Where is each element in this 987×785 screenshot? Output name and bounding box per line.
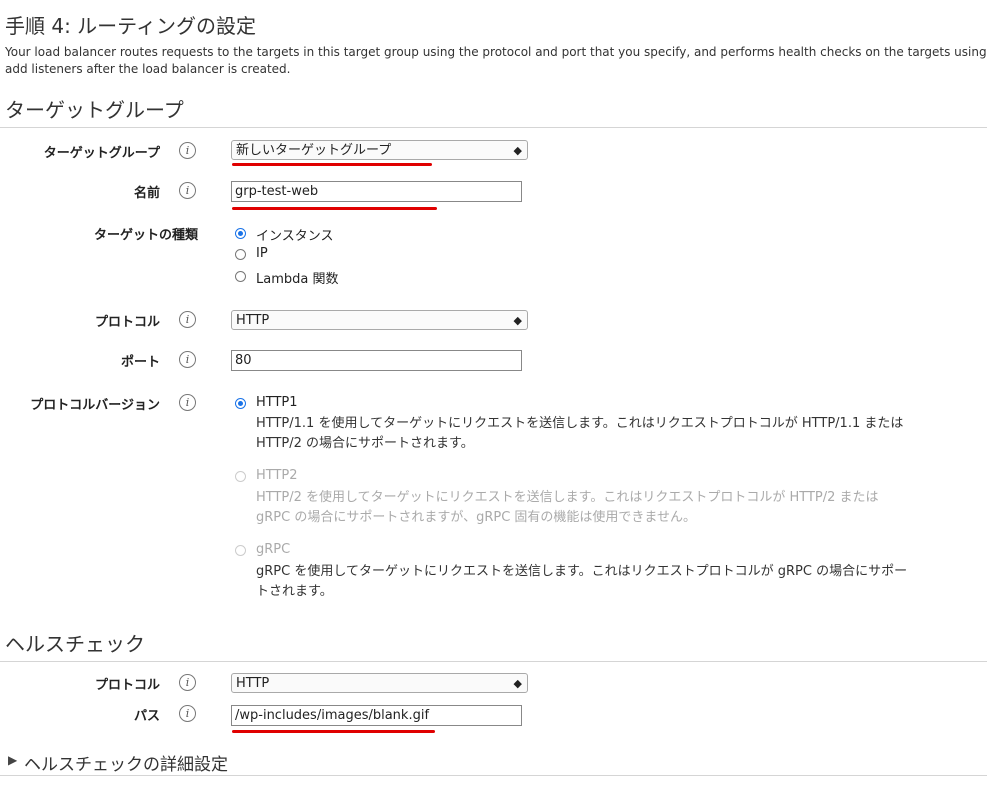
divider	[0, 775, 987, 776]
info-icon[interactable]: i	[179, 394, 196, 411]
protocol-version-option-http1: HTTP1	[256, 395, 298, 410]
protocol-select[interactable]: HTTP ◆	[231, 310, 528, 330]
select-caret-icon: ◆	[513, 314, 522, 327]
divider	[0, 661, 987, 662]
protocol-version-radio-http1[interactable]	[235, 398, 246, 409]
target-type-option-ip: IP	[256, 246, 268, 261]
health-path-label: パス	[133, 709, 160, 724]
protocol-label: プロトコル	[94, 315, 160, 330]
target-type-radio-instance[interactable]	[235, 228, 246, 239]
step-description: Your load balancer routes requests to th…	[5, 45, 987, 76]
annotation-underline	[232, 163, 432, 166]
target-type-option-lambda: Lambda 関数	[256, 272, 339, 287]
target-type-radio-lambda[interactable]	[235, 271, 246, 282]
port-label: ポート	[120, 355, 160, 370]
protocol-version-desc-http2: HTTP/2 を使用してターゲットにリクエストを送信します。これはリクエストプロ…	[256, 490, 879, 525]
info-icon[interactable]: i	[179, 674, 196, 691]
name-label: 名前	[133, 186, 160, 201]
protocol-version-label: プロトコルバージョン	[30, 398, 160, 413]
target-group-select[interactable]: 新しいターゲットグループ ◆	[231, 140, 528, 160]
protocol-version-option-grpc: gRPC	[256, 542, 291, 557]
section-title-health-check: ヘルスチェック	[5, 632, 145, 656]
info-icon[interactable]: i	[179, 182, 196, 199]
target-type-label: ターゲットの種類	[93, 228, 198, 243]
target-type-radio-ip[interactable]	[235, 249, 246, 260]
annotation-underline	[232, 207, 437, 210]
protocol-select-value: HTTP	[236, 313, 270, 328]
step-title: 手順 4: ルーティングの設定	[5, 14, 256, 38]
select-caret-icon: ◆	[513, 677, 522, 690]
info-icon[interactable]: i	[179, 311, 196, 328]
health-advanced-toggle[interactable]: ヘルスチェックの詳細設定	[24, 750, 228, 775]
target-type-option-instance: インスタンス	[256, 229, 334, 244]
select-caret-icon: ◆	[513, 144, 522, 157]
health-protocol-label: プロトコル	[94, 678, 160, 693]
protocol-version-desc-grpc: gRPC を使用してターゲットにリクエストを送信します。これはリクエストプロトコ…	[256, 564, 908, 599]
name-input[interactable]: grp-test-web	[231, 181, 522, 202]
section-title-target-group: ターゲットグループ	[5, 98, 184, 122]
health-protocol-select[interactable]: HTTP ◆	[231, 673, 528, 693]
protocol-version-radio-http2[interactable]	[235, 471, 246, 482]
target-group-select-value: 新しいターゲットグループ	[236, 143, 392, 158]
protocol-version-option-http2: HTTP2	[256, 468, 298, 483]
protocol-version-desc-http1: HTTP/1.1 を使用してターゲットにリクエストを送信します。これはリクエスト…	[256, 416, 904, 451]
health-path-input[interactable]: /wp-includes/images/blank.gif	[231, 705, 522, 726]
port-input[interactable]: 80	[231, 350, 522, 371]
disclosure-triangle-icon[interactable]: ▶	[8, 753, 17, 767]
info-icon[interactable]: i	[179, 705, 196, 722]
annotation-underline	[232, 730, 435, 733]
divider	[0, 127, 987, 128]
target-group-label: ターゲットグループ	[43, 146, 160, 161]
protocol-version-radio-grpc[interactable]	[235, 545, 246, 556]
info-icon[interactable]: i	[179, 351, 196, 368]
info-icon[interactable]: i	[179, 142, 196, 159]
health-protocol-select-value: HTTP	[236, 676, 270, 691]
